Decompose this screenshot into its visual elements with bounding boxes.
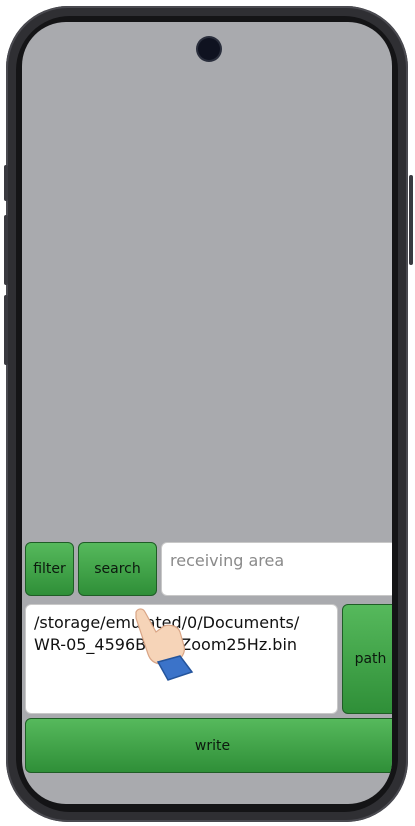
write-button[interactable]: write [25, 718, 392, 773]
filter-button[interactable]: filter [25, 542, 74, 596]
receiving-area-field[interactable]: receiving area [161, 542, 392, 596]
power-button [409, 175, 413, 265]
path-button[interactable]: path [342, 604, 392, 714]
volume-button [4, 215, 8, 285]
front-camera [198, 38, 220, 60]
side-button-top [4, 165, 8, 201]
volume-button-down [4, 295, 8, 365]
app-screen: filter search receiving area /storage/em… [22, 22, 392, 804]
search-button[interactable]: search [78, 542, 157, 596]
tap-hand-icon [135, 608, 194, 681]
